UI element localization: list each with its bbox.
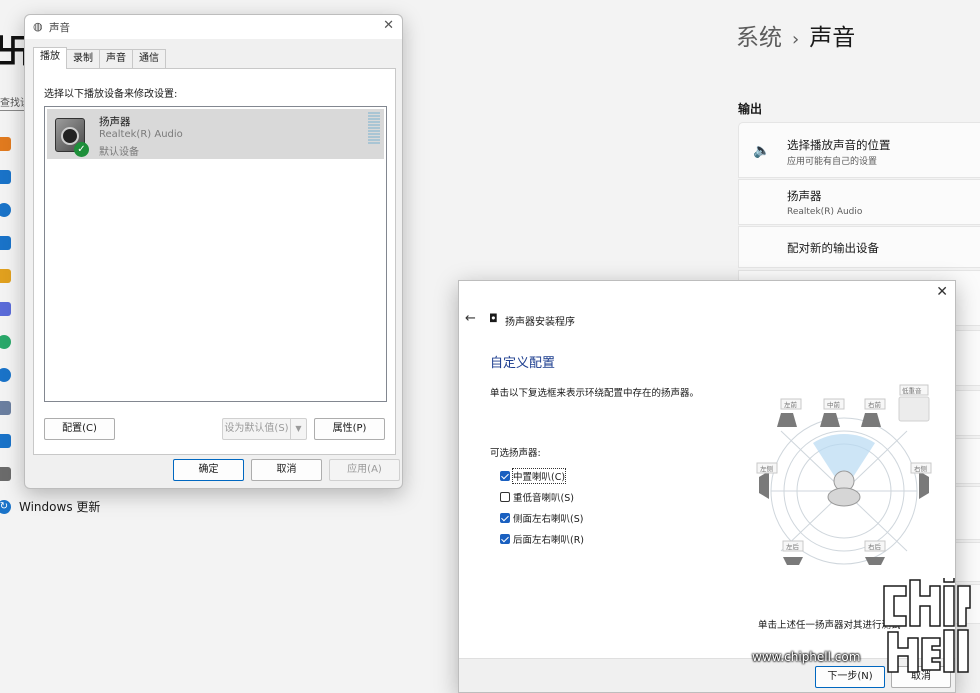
watermark-url: www.chiphell.com	[752, 650, 861, 664]
tab-communications[interactable]: 通信	[132, 49, 166, 69]
row-subtitle: Realtek(R) Audio	[787, 207, 863, 217]
rear-left-speaker-icon	[783, 557, 803, 565]
system-icon[interactable]	[0, 170, 11, 184]
dialog-title: 声音	[49, 22, 70, 34]
sound-dialog: ◍ 声音 ✕ 播放 录制 声音 通信 选择以下播放设备来修改设置: ✓ 扬声器 …	[24, 14, 403, 489]
label-center: 中前	[827, 400, 841, 409]
checkbox-checked[interactable]	[500, 513, 510, 523]
level-meter	[368, 112, 380, 145]
wizard-title: 扬声器安装程序	[505, 317, 575, 328]
subwoofer-checkbox[interactable]: 重低音喇叭(S)	[500, 490, 574, 504]
row-title: 选择播放声音的位置	[787, 138, 891, 152]
speaker-icon: ◘	[489, 312, 498, 325]
checkbox-checked[interactable]	[500, 471, 510, 481]
breadcrumb: 系统 › 声音	[736, 18, 855, 52]
apps-icon[interactable]	[0, 302, 11, 316]
time-language-icon[interactable]	[0, 368, 11, 382]
speaker-icon: 🔈	[753, 143, 771, 159]
bluetooth-icon[interactable]	[0, 203, 11, 217]
center-speaker-icon	[820, 413, 840, 427]
next-button[interactable]: 下一步(N)	[815, 666, 885, 688]
device-status: 默认设备	[99, 147, 139, 158]
search-input[interactable]: 查找设	[0, 91, 24, 111]
side-right-speaker-icon	[919, 471, 929, 499]
gaming-icon[interactable]	[0, 401, 11, 415]
row-title: 扬声器	[787, 189, 822, 203]
label-side-left: 左侧	[760, 464, 773, 473]
tab-recording[interactable]: 录制	[66, 49, 100, 69]
label-front-left: 左前	[784, 400, 798, 409]
section-heading: 输出	[738, 102, 763, 116]
ok-button[interactable]: 确定	[173, 459, 244, 481]
accounts-icon[interactable]	[0, 335, 11, 349]
back-arrow-icon[interactable]: ←	[465, 311, 476, 326]
device-driver: Realtek(R) Audio	[99, 129, 183, 140]
wifi-icon[interactable]	[0, 236, 11, 250]
device-name: 扬声器	[99, 116, 131, 128]
optional-speakers-label: 可选扬声器:	[490, 448, 541, 459]
close-icon[interactable]: ✕	[936, 284, 948, 300]
subwoofer-speaker-icon	[898, 396, 930, 422]
apply-button[interactable]: 应用(A)	[329, 459, 400, 481]
page-title: 声音	[809, 25, 856, 51]
dialog-titlebar[interactable]: ◍ 声音 ✕	[25, 15, 402, 39]
checkbox-label: 侧面左右喇叭(S)	[513, 514, 584, 525]
properties-button[interactable]: 属性(P)	[314, 418, 385, 440]
row-title: 配对新的输出设备	[787, 241, 879, 255]
cancel-button[interactable]: 取消	[251, 459, 322, 481]
front-right-speaker-icon	[861, 413, 881, 427]
output-device-row[interactable]: 扬声器 Realtek(R) Audio	[738, 179, 980, 225]
chevron-down-icon[interactable]: ▼	[290, 419, 306, 439]
chiphell-watermark-logo	[883, 578, 971, 673]
center-speaker-checkbox[interactable]: 中置喇叭(C)	[500, 468, 567, 484]
checkbox-label: 后面左右喇叭(R)	[513, 535, 585, 546]
wizard-description: 单击以下复选框来表示环绕配置中存在的扬声器。	[490, 388, 700, 399]
wizard-heading: 自定义配置	[490, 356, 556, 371]
set-default-label: 设为默认值(S)	[224, 423, 289, 434]
panel-caption: 选择以下播放设备来修改设置:	[44, 89, 178, 100]
speaker-layout-diagram: 左前 中前 右前 低重音 左侧 右侧 左后 右后	[756, 384, 932, 565]
label-side-right: 右侧	[914, 464, 927, 473]
speaker-icon: ◍	[33, 20, 43, 33]
sidebar-item-label: Windows 更新	[19, 500, 101, 514]
personalization-icon[interactable]	[0, 269, 11, 283]
accessibility-icon[interactable]	[0, 434, 11, 448]
breadcrumb-parent[interactable]: 系统	[736, 25, 782, 51]
rear-right-speaker-icon	[865, 557, 885, 565]
checkbox-unchecked[interactable]	[500, 492, 510, 502]
output-location-row[interactable]: 🔈 选择播放声音的位置 应用可能有自己的设置	[738, 122, 980, 178]
list-item[interactable]: ✓ 扬声器 Realtek(R) Audio 默认设备	[47, 109, 384, 159]
checkbox-checked[interactable]	[500, 534, 510, 544]
chevron-right-icon: ›	[792, 29, 800, 50]
tab-sounds[interactable]: 声音	[99, 49, 133, 69]
settings-sidebar: 卐 查找设	[0, 0, 30, 693]
label-rear-right: 右后	[868, 542, 882, 551]
label-subwoofer: 低重音	[902, 386, 922, 395]
refresh-icon: ↻	[0, 499, 11, 514]
pair-device-row[interactable]: 配对新的输出设备	[738, 226, 980, 268]
label-rear-left: 左后	[786, 542, 800, 551]
row-subtitle: 应用可能有自己的设置	[787, 157, 878, 167]
tab-bar: 播放 录制 声音 通信	[33, 47, 166, 69]
front-left-speaker-icon	[777, 413, 797, 427]
checkbox-label: 重低音喇叭(S)	[513, 493, 574, 504]
side-left-speaker-icon	[759, 471, 769, 499]
checkbox-label: 中置喇叭(C)	[511, 468, 567, 484]
label-front-right: 右前	[868, 400, 882, 409]
playback-panel: 选择以下播放设备来修改设置: ✓ 扬声器 Realtek(R) Audio 默认…	[33, 68, 396, 455]
device-list: ✓ 扬声器 Realtek(R) Audio 默认设备	[44, 106, 387, 402]
default-check-icon: ✓	[74, 142, 89, 157]
rear-speakers-checkbox[interactable]: 后面左右喇叭(R)	[500, 532, 584, 546]
privacy-icon[interactable]	[0, 467, 11, 481]
tab-playback[interactable]: 播放	[33, 47, 67, 69]
close-icon[interactable]: ✕	[383, 18, 394, 33]
set-default-button[interactable]: 设为默认值(S) ▼	[222, 418, 307, 440]
sidebar-item-windows-update[interactable]: ↻ Windows 更新	[0, 498, 100, 515]
side-speakers-checkbox[interactable]: 侧面左右喇叭(S)	[500, 511, 583, 525]
home-icon[interactable]	[0, 137, 11, 151]
configure-button[interactable]: 配置(C)	[44, 418, 115, 440]
